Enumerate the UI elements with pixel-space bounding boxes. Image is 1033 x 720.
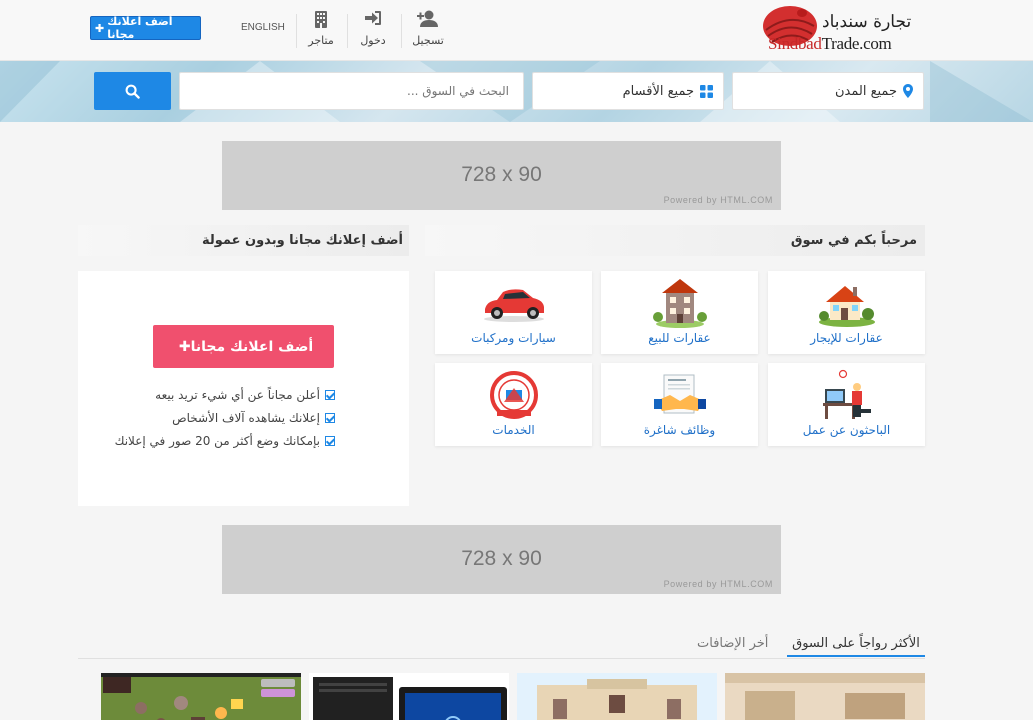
category-label: الخدمات bbox=[492, 423, 535, 437]
site-header: ✚ أضف اعلانك مجانا ENGLISH متاجر دخول تس… bbox=[0, 0, 1033, 61]
listing-thumbnail[interactable] bbox=[309, 673, 509, 720]
ad-size-text: 728 x 90 bbox=[461, 163, 542, 186]
welcome-heading: مرحباً بكم في سوق bbox=[425, 225, 925, 256]
nav-register-label: تسجيل bbox=[412, 34, 444, 47]
logo-prefix: Sindbad bbox=[768, 34, 822, 53]
logo-arabic-text: تجارة سندباد bbox=[822, 12, 912, 32]
ad-size-text: 728 x 90 bbox=[461, 547, 542, 570]
category-label: الباحثون عن عمل bbox=[802, 423, 891, 437]
free-ad-heading: أضف إعلانك مجانا وبدون عمولة bbox=[78, 225, 409, 256]
tabs-divider bbox=[78, 658, 925, 659]
building-icon bbox=[296, 10, 346, 30]
search-input[interactable] bbox=[179, 72, 524, 110]
add-ad-button-label: أضف اعلانك مجانا bbox=[190, 338, 314, 355]
ad-banner[interactable]: 728 x 90 Powered by HTML.COM bbox=[222, 141, 781, 210]
ad-powered-text: Powered by HTML.COM bbox=[663, 195, 773, 205]
nav-stores[interactable]: متاجر bbox=[296, 10, 346, 47]
category-cars[interactable]: سيارات ومركبات bbox=[435, 271, 592, 354]
category-job-seekers[interactable]: الباحثون عن عمل bbox=[768, 363, 925, 446]
category-sale[interactable]: عقارات للبيع bbox=[601, 271, 758, 354]
language-switch[interactable]: ENGLISH bbox=[241, 22, 285, 33]
nav-register[interactable]: تسجيل bbox=[403, 10, 453, 47]
category-label: سيارات ومركبات bbox=[471, 331, 556, 345]
ad-banner[interactable]: 728 x 90 Powered by HTML.COM bbox=[222, 525, 781, 594]
map-marker-icon bbox=[903, 84, 913, 98]
building-sale-icon bbox=[601, 277, 758, 329]
category-label: عقارات للبيع bbox=[648, 331, 711, 345]
checkbox-icon bbox=[325, 390, 335, 400]
car-icon bbox=[435, 277, 592, 329]
feature-text: أعلن مجاناً عن أي شيء تريد بيعه bbox=[155, 388, 320, 402]
free-ad-panel: ✚ أضف اعلانك مجانا أعلن مجاناً عن أي شيء… bbox=[78, 271, 409, 506]
search-button[interactable] bbox=[94, 72, 171, 110]
nav-login[interactable]: دخول bbox=[348, 10, 398, 47]
nav-stores-label: متاجر bbox=[308, 34, 334, 47]
feature-text: بإمكانك وضع أكثر من 20 صور في إعلانك bbox=[114, 434, 320, 448]
cities-select[interactable]: جميع المدن bbox=[732, 72, 924, 110]
category-vacancies[interactable]: وظائف شاغرة bbox=[601, 363, 758, 446]
category-services[interactable]: الخدمات bbox=[435, 363, 592, 446]
add-ad-button-top-label: أضف اعلانك مجانا bbox=[107, 15, 173, 41]
logo-english-text: SindbadTrade.com bbox=[768, 34, 892, 54]
services-icon bbox=[435, 369, 592, 421]
categories-select-label: جميع الأقسام bbox=[622, 83, 694, 99]
search-band: جميع الأقسام جميع المدن bbox=[0, 61, 1033, 122]
welcome-heading-text: مرحباً بكم في سوق bbox=[790, 233, 917, 248]
house-thumbnail-image bbox=[517, 673, 717, 720]
listing-thumbnail[interactable] bbox=[725, 673, 925, 720]
ad-powered-text: Powered by HTML.COM bbox=[663, 579, 773, 589]
computer-thumbnail-image bbox=[309, 673, 509, 720]
grid-icon bbox=[700, 84, 713, 98]
job-seeker-icon bbox=[768, 369, 925, 421]
add-ad-button[interactable]: ✚ أضف اعلانك مجانا bbox=[153, 325, 334, 368]
cities-select-label: جميع المدن bbox=[835, 83, 897, 99]
plus-icon: ✚ bbox=[95, 21, 105, 35]
login-icon bbox=[348, 10, 398, 30]
decor-shape bbox=[930, 61, 1033, 122]
feature-item: أعلن مجاناً عن أي شيء تريد بيعه bbox=[155, 388, 335, 402]
checkbox-icon bbox=[325, 436, 335, 446]
tab-trending[interactable]: الأكثر رواجاً على السوق bbox=[787, 636, 925, 657]
interior-thumbnail-image bbox=[725, 673, 925, 720]
category-rent[interactable]: عقارات للإيجار bbox=[768, 271, 925, 354]
checkbox-icon bbox=[325, 413, 335, 423]
logo-suffix: Trade.com bbox=[821, 34, 892, 53]
nav-login-label: دخول bbox=[360, 34, 386, 47]
add-user-icon bbox=[403, 10, 453, 30]
plus-icon: ✚ bbox=[178, 338, 191, 355]
listing-thumbnail[interactable] bbox=[517, 673, 717, 720]
search-icon bbox=[125, 84, 140, 99]
add-ad-button-top[interactable]: ✚ أضف اعلانك مجانا bbox=[90, 15, 201, 41]
category-label: وظائف شاغرة bbox=[643, 423, 716, 437]
categories-select[interactable]: جميع الأقسام bbox=[532, 72, 724, 110]
handshake-icon bbox=[601, 369, 758, 421]
divider bbox=[401, 14, 402, 48]
house-rent-icon bbox=[768, 277, 925, 329]
listing-thumbnail[interactable] bbox=[101, 673, 301, 720]
site-logo[interactable]: تجارة سندباد SindbadTrade.com bbox=[760, 4, 920, 56]
free-ad-heading-text: أضف إعلانك مجانا وبدون عمولة bbox=[201, 233, 403, 248]
category-label: عقارات للإيجار bbox=[810, 331, 883, 345]
tab-latest[interactable]: أخر الإضافات bbox=[697, 636, 768, 655]
feature-item: إعلانك يشاهده آلاف الأشخاص bbox=[172, 411, 335, 425]
feature-item: بإمكانك وضع أكثر من 20 صور في إعلانك bbox=[115, 434, 335, 448]
game-thumbnail-image bbox=[101, 673, 301, 720]
feature-text: إعلانك يشاهده آلاف الأشخاص bbox=[172, 411, 320, 425]
decor-shape bbox=[0, 61, 60, 122]
